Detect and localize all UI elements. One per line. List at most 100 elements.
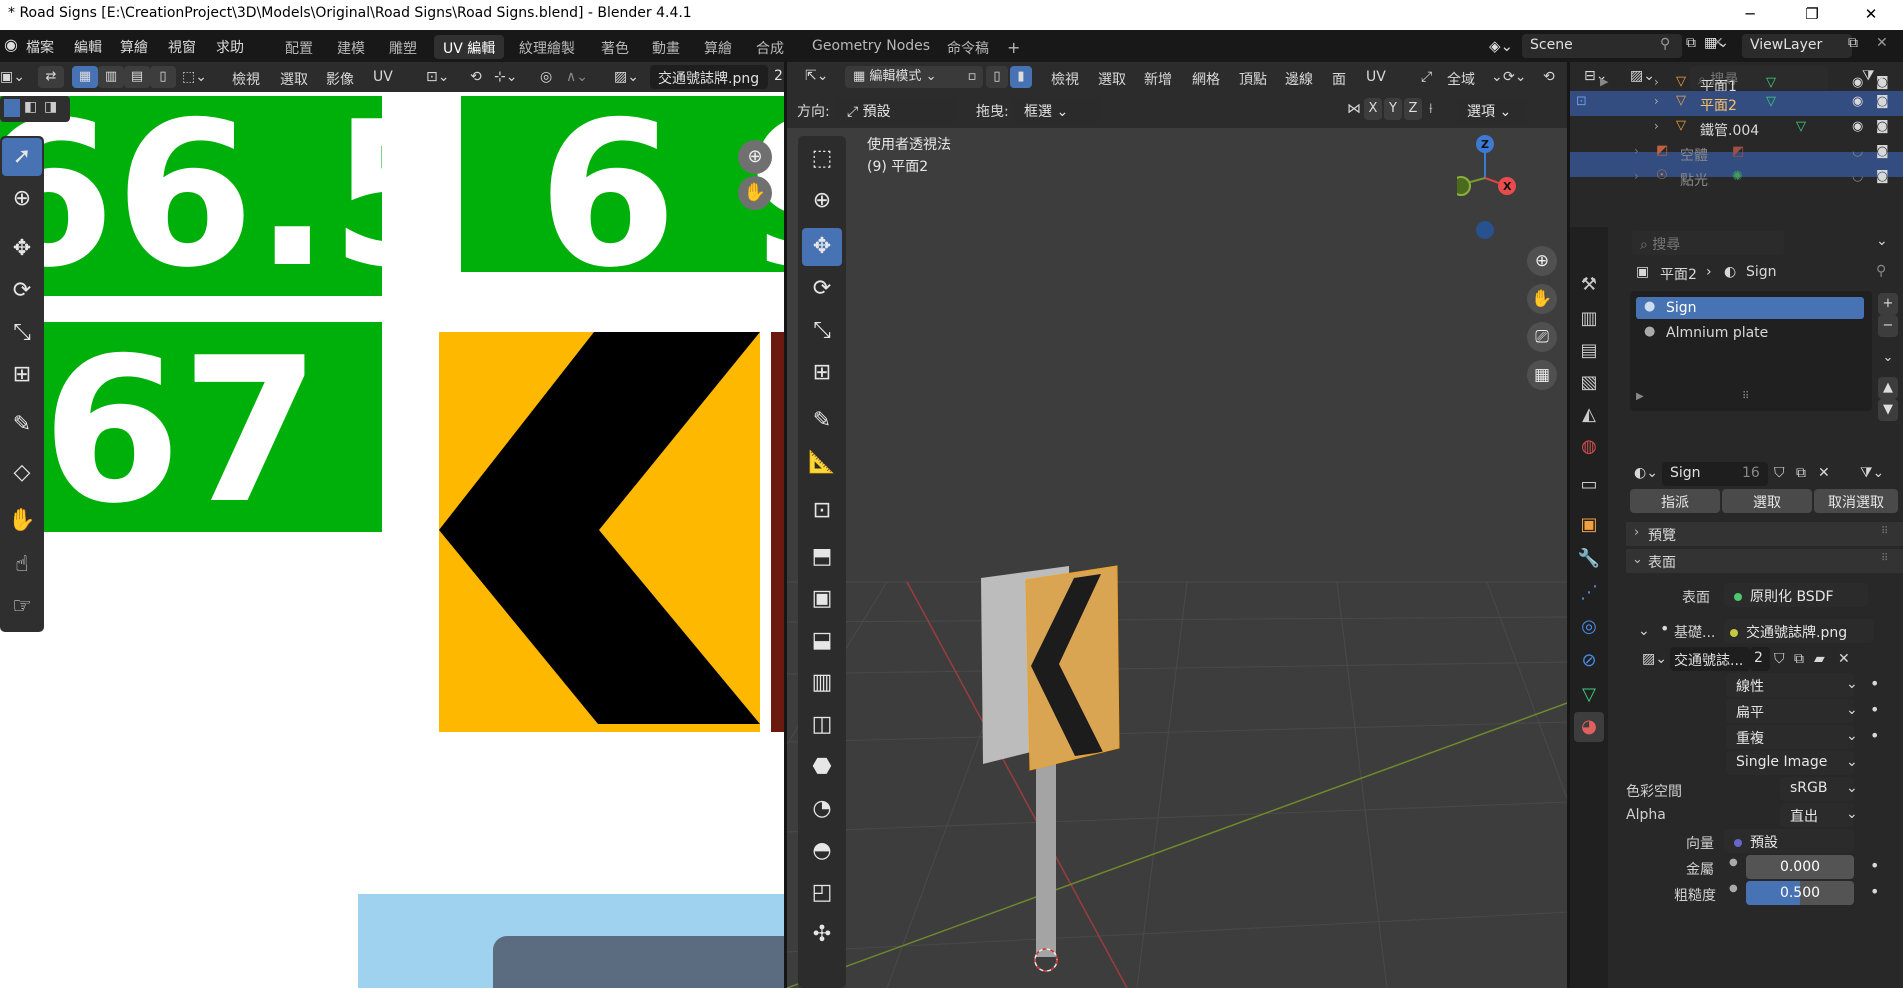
transform-dropdown-icon[interactable]: ⌄ bbox=[1491, 69, 1503, 85]
inset-icon[interactable]: ▣ bbox=[802, 580, 842, 618]
expand-arrow-icon[interactable]: › bbox=[1634, 169, 1639, 183]
select-extend-icon[interactable]: ◧ bbox=[24, 99, 40, 117]
mirror-y-button[interactable]: Y bbox=[1384, 98, 1402, 120]
drag-grip-icon[interactable]: ⠿ bbox=[1881, 553, 1888, 564]
transform-orientation-icon[interactable]: ⤢ bbox=[1421, 69, 1432, 85]
viewport-editor-type-icon[interactable]: ⇱⌄ bbox=[805, 68, 828, 84]
menu-file[interactable]: 檔案 bbox=[26, 37, 54, 57]
add-slot-button[interactable]: + bbox=[1878, 293, 1898, 315]
knife-icon[interactable]: ◫ bbox=[802, 706, 842, 744]
image-name-field[interactable]: 交通號誌牌.png bbox=[650, 65, 768, 89]
options-dropdown[interactable]: 選項 ⌄ bbox=[1457, 98, 1527, 122]
render-camera-icon[interactable]: ◙ bbox=[1876, 119, 1889, 134]
duplicate-image-icon[interactable]: ⧉ bbox=[1794, 651, 1804, 667]
world-tab-icon[interactable]: ◍ bbox=[1574, 432, 1604, 462]
navigation-gizmo[interactable] bbox=[1457, 134, 1547, 244]
shrink-fatten-icon[interactable]: ✣ bbox=[802, 916, 842, 954]
view-layer-tab-icon[interactable]: ▧ bbox=[1574, 368, 1604, 398]
metallic-field[interactable]: 0.000 bbox=[1746, 855, 1854, 879]
tab-uv-editing[interactable]: UV 編輯 bbox=[434, 35, 505, 59]
spin-icon[interactable]: ◔ bbox=[802, 790, 842, 828]
visibility-eye-icon[interactable]: ◉ bbox=[1852, 119, 1863, 134]
vp-menu-uv[interactable]: UV bbox=[1366, 69, 1386, 85]
relax-tool-icon[interactable]: ☝ bbox=[2, 546, 42, 584]
proportional-icon[interactable]: ◎ bbox=[540, 69, 552, 85]
transform-orientation[interactable]: 全域 bbox=[1447, 69, 1475, 89]
edge-slide-icon[interactable]: ◰ bbox=[802, 874, 842, 912]
tab-layout[interactable]: 配置 bbox=[276, 35, 322, 59]
extrude-icon[interactable]: ⬒ bbox=[802, 538, 842, 576]
delete-viewlayer-icon[interactable]: ✕ bbox=[1876, 35, 1888, 51]
select-new-icon[interactable] bbox=[4, 99, 20, 117]
material-slot-sign[interactable]: ● Sign bbox=[1636, 297, 1864, 319]
uv-menu-select[interactable]: 選取 bbox=[280, 69, 308, 89]
slot-specials-icon[interactable]: ⌄ bbox=[1878, 347, 1898, 369]
vertex-select-icon[interactable]: ▦ bbox=[72, 66, 98, 88]
image-browse-icon[interactable]: ▨⌄ bbox=[614, 69, 639, 85]
menu-help[interactable]: 求助 bbox=[216, 37, 244, 57]
close-button[interactable]: ✕ bbox=[1851, 2, 1891, 26]
tab-scripting[interactable]: 命令稿 bbox=[938, 35, 998, 59]
perspective-toggle-icon[interactable]: ▦ bbox=[1527, 360, 1557, 390]
vp-menu-mesh[interactable]: 網格 bbox=[1192, 69, 1220, 89]
particles-tab-icon[interactable]: ⋰ bbox=[1574, 578, 1604, 608]
tab-geometry-nodes[interactable]: Geometry Nodes bbox=[803, 35, 939, 59]
annotate-tool-icon[interactable]: ✎ bbox=[2, 406, 42, 444]
material-users-count[interactable]: 16 bbox=[1738, 462, 1768, 486]
expand-arrow-icon[interactable]: › bbox=[1654, 75, 1659, 89]
mode-selector[interactable]: ▦ 編輯模式 ⌄ bbox=[845, 66, 979, 88]
uv-editor-canvas[interactable]: 66.5 6 9 67 bbox=[0, 62, 787, 988]
outliner-item-name[interactable]: 空體 bbox=[1680, 145, 1708, 165]
roughness-field[interactable]: 0.500 bbox=[1746, 881, 1854, 905]
projection-dropdown[interactable]: 扁平 bbox=[1726, 699, 1854, 723]
uv-sync-icon[interactable]: ⇄ bbox=[38, 66, 64, 88]
material-slot-plate[interactable]: ● Almnium plate bbox=[1636, 322, 1864, 344]
viewlayer-field[interactable]: ViewLayer bbox=[1742, 34, 1852, 58]
menu-edit[interactable]: 編輯 bbox=[74, 37, 102, 57]
colorspace-dropdown[interactable]: sRGB bbox=[1780, 777, 1854, 801]
viewport-3d[interactable]: 使用者透視法 (9) 平面2 Z X ⊕ ✋ ⎚ ▦ bbox=[787, 62, 1570, 988]
outliner-row-empty[interactable]: › ◩ 空體 ◩ ◡ ◙ bbox=[1570, 141, 1903, 166]
snap-icon[interactable]: ⟲ bbox=[470, 69, 482, 85]
smooth-icon[interactable]: ◓ bbox=[802, 832, 842, 870]
scene-tab-icon[interactable]: ◭ bbox=[1574, 400, 1604, 430]
rotate-tool-icon[interactable]: ⟳ bbox=[2, 272, 42, 310]
mirror-icon[interactable]: ⋈ bbox=[1347, 101, 1361, 117]
modifier-tab-icon[interactable]: 🔧 bbox=[1574, 544, 1604, 574]
expand-arrow-icon[interactable]: › bbox=[1634, 144, 1639, 158]
uv-zoom-icon[interactable]: ⊕ bbox=[738, 140, 772, 174]
surface-panel-header[interactable]: ⌄ 表面 ⠿ bbox=[1626, 549, 1903, 573]
vp-measure-icon[interactable]: 📐 bbox=[802, 444, 842, 482]
fake-user-shield-icon[interactable]: ⛉ bbox=[1774, 651, 1785, 667]
physics-tab-icon[interactable]: ◎ bbox=[1574, 612, 1604, 642]
visibility-eye-icon[interactable]: ◉ bbox=[1852, 94, 1863, 109]
collection-tab-icon[interactable]: ▭ bbox=[1574, 470, 1604, 500]
tab-shading[interactable]: 著色 bbox=[592, 35, 638, 59]
expand-arrow-icon[interactable]: ▶ bbox=[1636, 391, 1644, 402]
falloff-icon[interactable]: ∧⌄ bbox=[566, 69, 588, 85]
visibility-hidden-icon[interactable]: ◡ bbox=[1852, 144, 1863, 159]
transform-tool-icon[interactable]: ⊞ bbox=[2, 356, 42, 394]
visibility-hidden-icon[interactable]: ◡ bbox=[1852, 169, 1863, 184]
preview-panel-header[interactable]: › 預覽 ⠿ bbox=[1626, 522, 1903, 546]
snap-toggle-icon[interactable]: ⟲ bbox=[1543, 69, 1555, 85]
expand-arrow-icon[interactable]: › bbox=[1654, 119, 1659, 133]
mirror-x-button[interactable]: X bbox=[1364, 98, 1382, 120]
resize-grip-icon[interactable]: ⠿ bbox=[1742, 391, 1749, 402]
edge-mode-icon[interactable]: ▯ bbox=[986, 66, 1008, 88]
pan-icon[interactable]: ✋ bbox=[1527, 284, 1557, 314]
new-scene-icon[interactable]: ⧉ bbox=[1686, 35, 1696, 51]
scene-selector-icon[interactable]: ◈⌄ bbox=[1489, 37, 1513, 55]
image-users-count[interactable]: 2 bbox=[1750, 647, 1770, 671]
output-tab-icon[interactable]: ▤ bbox=[1574, 336, 1604, 366]
grab-tool-icon[interactable]: ✋ bbox=[2, 502, 42, 540]
outliner-item-name[interactable]: 平面2 bbox=[1700, 95, 1737, 115]
unlink-image-icon[interactable]: ✕ bbox=[1838, 651, 1850, 667]
select-subtract-icon[interactable]: ◨ bbox=[44, 99, 60, 117]
open-folder-icon[interactable]: ▰ bbox=[1814, 651, 1825, 667]
cursor-tool-icon[interactable]: ⊕ bbox=[2, 180, 42, 218]
select-button[interactable]: 選取 bbox=[1722, 489, 1812, 513]
vertex-mode-icon[interactable]: ▫ bbox=[961, 66, 983, 88]
vp-select-box-icon[interactable]: ⬚ bbox=[802, 140, 842, 178]
interpolation-dropdown[interactable]: 線性 bbox=[1726, 673, 1854, 697]
